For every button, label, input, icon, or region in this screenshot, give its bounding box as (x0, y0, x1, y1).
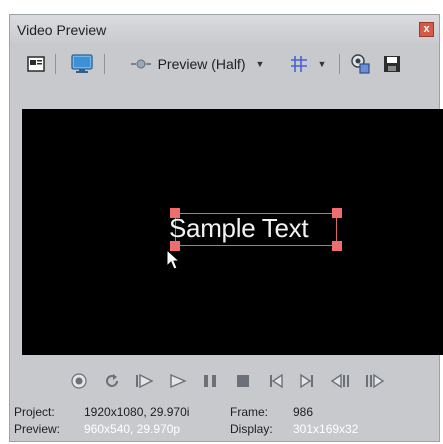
next-frame-button[interactable] (363, 370, 385, 392)
close-icon: x (423, 23, 430, 35)
preview-value: 960x540, 29.970p (84, 422, 181, 436)
external-monitor-button[interactable] (68, 52, 96, 76)
video-preview-window: Video Preview x Preview (Half) ▼ ▼ Sampl… (9, 14, 443, 442)
record-button[interactable] (68, 370, 90, 392)
record-icon (71, 373, 87, 389)
title-bar: Video Preview x (10, 15, 439, 43)
frame-value: 986 (293, 405, 314, 419)
next-frame-icon (366, 373, 385, 389)
play-from-start-button[interactable] (133, 370, 155, 392)
chevron-down-icon: ▼ (255, 59, 265, 69)
status-panel: Project: 1920x1080, 29.970i Frame: 986 P… (10, 404, 439, 442)
sample-text-overlay[interactable]: Sample Text (169, 213, 309, 244)
play-icon (170, 373, 187, 389)
video-output-properties-button[interactable] (24, 52, 48, 76)
frame-label: Frame: (230, 405, 269, 419)
pause-icon (204, 375, 216, 387)
toolbar-separator (55, 54, 56, 74)
previous-marker-button[interactable] (265, 370, 287, 392)
previous-frame-button[interactable] (330, 370, 352, 392)
next-marker-button[interactable] (296, 370, 318, 392)
display-value: 301x169x32 (293, 422, 359, 436)
preview-label: Preview: (14, 422, 61, 436)
toolbar: Preview (Half) ▼ ▼ (10, 49, 439, 79)
save-snapshot-button[interactable] (380, 52, 404, 76)
copy-snapshot-button[interactable] (346, 52, 374, 76)
play-from-start-icon (136, 373, 154, 389)
window-title: Video Preview (17, 22, 107, 38)
play-button[interactable] (167, 370, 189, 392)
preview-quality-label: Preview (Half) (157, 56, 246, 72)
resize-handle-bottom-right[interactable] (332, 241, 342, 251)
toolbar-separator (339, 54, 340, 74)
pause-button[interactable] (199, 370, 221, 392)
project-value: 1920x1080, 29.970i (84, 405, 190, 419)
save-snapshot-icon (384, 56, 400, 72)
mouse-pointer-icon (166, 249, 181, 270)
next-marker-icon (300, 373, 313, 389)
transport-controls (10, 366, 439, 396)
properties-icon (27, 56, 45, 72)
loop-playback-button[interactable] (101, 370, 123, 392)
overlays-dropdown[interactable]: ▼ (286, 52, 330, 76)
copy-snapshot-icon (351, 54, 370, 74)
previous-frame-icon (330, 373, 349, 389)
stop-icon (237, 375, 249, 387)
close-button[interactable]: x (419, 22, 434, 37)
preview-quality-dropdown[interactable]: Preview (Half) ▼ (112, 52, 282, 76)
display-label: Display: (230, 422, 273, 436)
previous-marker-icon (270, 373, 283, 389)
project-label: Project: (14, 405, 55, 419)
overlays-grid-icon (290, 56, 307, 72)
resize-handle-top-right[interactable] (332, 208, 342, 218)
loop-icon (106, 374, 118, 387)
video-display[interactable]: Sample Text (22, 109, 443, 355)
chevron-down-icon: ▼ (317, 59, 327, 69)
preview-quality-icon (130, 59, 151, 69)
toolbar-separator (104, 54, 105, 74)
stop-button[interactable] (232, 370, 254, 392)
monitor-icon (71, 54, 93, 73)
